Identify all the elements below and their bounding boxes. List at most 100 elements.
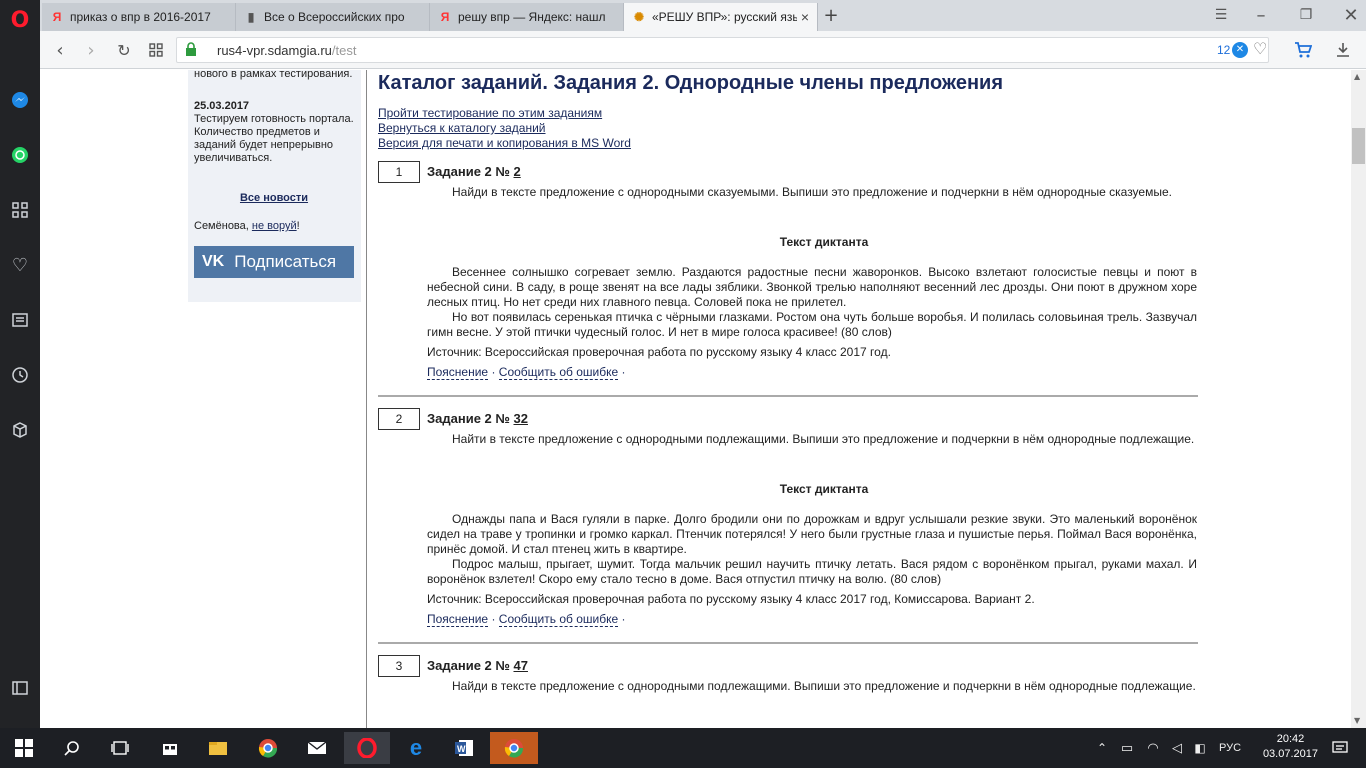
clock[interactable]: 20:42 03.07.2017 xyxy=(1263,732,1318,762)
url-field[interactable]: rus4-vpr.sdamgia.ru/test 12 ✕ ♡ xyxy=(176,37,1269,63)
file-explorer-icon[interactable] xyxy=(198,732,238,764)
task-number-link[interactable]: 2 xyxy=(514,164,521,179)
history-icon[interactable] xyxy=(8,363,32,387)
cart-icon[interactable] xyxy=(1292,39,1314,61)
yandex-icon: Я xyxy=(440,10,450,24)
tab-strip: Я приказ о впр в 2016-2017 ▮ Все о Всеро… xyxy=(40,0,1366,31)
scroll-down-icon[interactable]: ▼ xyxy=(1354,716,1360,725)
ad-blocker-count[interactable]: 12 xyxy=(1217,43,1230,57)
new-tab-icon[interactable]: + xyxy=(820,4,842,26)
tab-4-active[interactable]: ✺ «РЕШУ ВПР»: русский язык × xyxy=(624,3,818,31)
tray-app-icon[interactable]: ◧ xyxy=(1188,732,1212,764)
dictation-paragraph-2: Подрос малыш, прыгает, шумит. Тогда маль… xyxy=(427,557,1197,586)
dictation-title: Текст диктанта xyxy=(779,235,869,249)
messenger-icon[interactable] xyxy=(8,88,32,112)
print-version-link[interactable]: Версия для печати и копирования в MS Wor… xyxy=(378,136,631,150)
author-prefix: Семёнова, xyxy=(194,220,252,232)
task-separator xyxy=(378,395,1198,397)
scroll-thumb[interactable] xyxy=(1352,128,1365,164)
task-index: 1 xyxy=(378,161,420,183)
tab-title: решу впр — Яндекс: нашл xyxy=(458,10,606,24)
all-news-link[interactable]: Все новости xyxy=(194,192,354,205)
vk-button-label: Подписаться xyxy=(234,252,337,271)
vk-subscribe-button[interactable]: VK Подписаться xyxy=(194,246,354,278)
task-prompt: Найти в тексте предложение с однородными… xyxy=(452,432,1195,446)
page-title: Каталог заданий. Задания 2. Однородные ч… xyxy=(378,72,1003,94)
report-error-link[interactable]: Сообщить об ошибке xyxy=(498,612,619,627)
tab-1[interactable]: Я приказ о впр в 2016-2017 xyxy=(42,3,236,31)
search-icon[interactable] xyxy=(52,732,92,764)
bookmark-heart-icon[interactable]: ♡ xyxy=(1253,39,1267,58)
tab-3[interactable]: Я решу впр — Яндекс: нашл xyxy=(430,3,624,31)
dictation-title: Текст диктанта xyxy=(779,482,869,496)
restore-icon[interactable]: ❐ xyxy=(1295,4,1317,26)
chrome-taskbar-active-icon[interactable] xyxy=(490,732,538,764)
author-link[interactable]: не воруй xyxy=(252,220,297,232)
speed-dial-icon[interactable] xyxy=(8,198,32,222)
back-to-catalog-link[interactable]: Вернуться к каталогу заданий xyxy=(378,121,546,135)
network-icon[interactable]: ◠ xyxy=(1140,732,1166,764)
whatsapp-icon[interactable] xyxy=(8,143,32,167)
page-scrollbar[interactable]: ▲ ▼ xyxy=(1351,70,1366,728)
column-divider xyxy=(366,70,367,728)
ad-blocker-icon[interactable]: ✕ xyxy=(1232,42,1248,58)
tab-title: «РЕШУ ВПР»: русский язык xyxy=(652,10,797,24)
task-number-link[interactable]: 32 xyxy=(514,411,528,426)
news-date: 25.03.2017 xyxy=(194,100,250,112)
opera-taskbar-icon[interactable] xyxy=(344,732,390,764)
scroll-up-icon[interactable]: ▲ xyxy=(1354,72,1360,81)
mail-icon[interactable] xyxy=(297,732,337,764)
explanation-link[interactable]: Пояснение xyxy=(427,612,489,627)
task-links: Пояснение · Сообщить об ошибке · xyxy=(427,365,626,380)
word-icon[interactable]: W xyxy=(444,732,484,764)
tabs-grid-icon[interactable] xyxy=(145,39,167,61)
minimize-icon[interactable]: – xyxy=(1250,4,1272,26)
opera-logo-icon[interactable]: O xyxy=(8,8,32,33)
chrome-icon[interactable] xyxy=(248,732,288,764)
forward-icon[interactable]: › xyxy=(80,39,102,61)
tray-chevron-icon[interactable]: ⌃ xyxy=(1088,732,1116,764)
extensions-icon[interactable] xyxy=(8,418,32,442)
author-suffix: ! xyxy=(296,220,300,232)
tab-menu-icon[interactable]: ☰ xyxy=(1210,4,1232,26)
tab-title: Все о Всероссийских про xyxy=(264,10,405,24)
news-text-partial: нового в рамках тестирования. xyxy=(194,70,353,80)
opera-sidebar: O ♡ xyxy=(0,0,40,728)
start-icon[interactable] xyxy=(4,732,44,764)
task-heading: Задание 2 № 2 xyxy=(427,164,521,179)
notifications-icon[interactable] xyxy=(1320,732,1360,764)
tray-monitor-icon[interactable]: ▭ xyxy=(1114,732,1140,764)
task-view-icon[interactable] xyxy=(100,732,140,764)
clock-date: 03.07.2017 xyxy=(1262,748,1318,760)
heart-icon[interactable]: ♡ xyxy=(8,253,32,277)
dictation-paragraph-2: Но вот появилась серенькая птичка с чёрн… xyxy=(427,310,1197,339)
close-tab-icon[interactable]: × xyxy=(797,9,813,25)
tab-title: приказ о впр в 2016-2017 xyxy=(70,10,211,24)
page-content: нового в рамках тестирования. 25.03.2017… xyxy=(40,70,1351,728)
task-source: Источник: Всероссийская проверочная рабо… xyxy=(427,345,891,359)
edge-icon[interactable]: e xyxy=(396,732,436,764)
task-heading: Задание 2 № 47 xyxy=(427,658,528,673)
lock-icon xyxy=(185,42,197,61)
downloads-icon[interactable] xyxy=(1332,39,1354,61)
report-error-link[interactable]: Сообщить об ошибке xyxy=(498,365,619,380)
reload-icon[interactable]: ↻ xyxy=(113,39,135,61)
explanation-link[interactable]: Пояснение xyxy=(427,365,489,380)
language-indicator[interactable]: РУС xyxy=(1212,732,1248,764)
news-text: Тестируем готовность портала. Количество… xyxy=(194,113,354,164)
task-number-link[interactable]: 47 xyxy=(514,658,528,673)
sdamgia-icon: ✺ xyxy=(633,10,645,24)
yandex-icon: Я xyxy=(52,10,62,24)
volume-icon[interactable]: ◁ xyxy=(1164,732,1190,764)
windows-taskbar: e W ⌃ ▭ ◠ ◁ ◧ РУС 20:42 03.07.2017 xyxy=(0,728,1366,768)
close-window-icon[interactable]: ✕ xyxy=(1340,4,1362,26)
back-icon[interactable]: ‹ xyxy=(49,39,71,61)
sidebar-toggle-icon[interactable] xyxy=(8,676,32,700)
tab-2[interactable]: ▮ Все о Всероссийских про xyxy=(236,3,430,31)
url-host: rus4-vpr.sdamgia.ru xyxy=(217,43,332,58)
store-icon[interactable] xyxy=(150,732,190,764)
news-icon[interactable] xyxy=(8,308,32,332)
news-panel: нового в рамках тестирования. 25.03.2017… xyxy=(188,70,361,302)
dictation-paragraph-1: Весеннее солнышко согревает землю. Разда… xyxy=(427,265,1197,309)
start-test-link[interactable]: Пройти тестирование по этим заданиям xyxy=(378,106,602,120)
